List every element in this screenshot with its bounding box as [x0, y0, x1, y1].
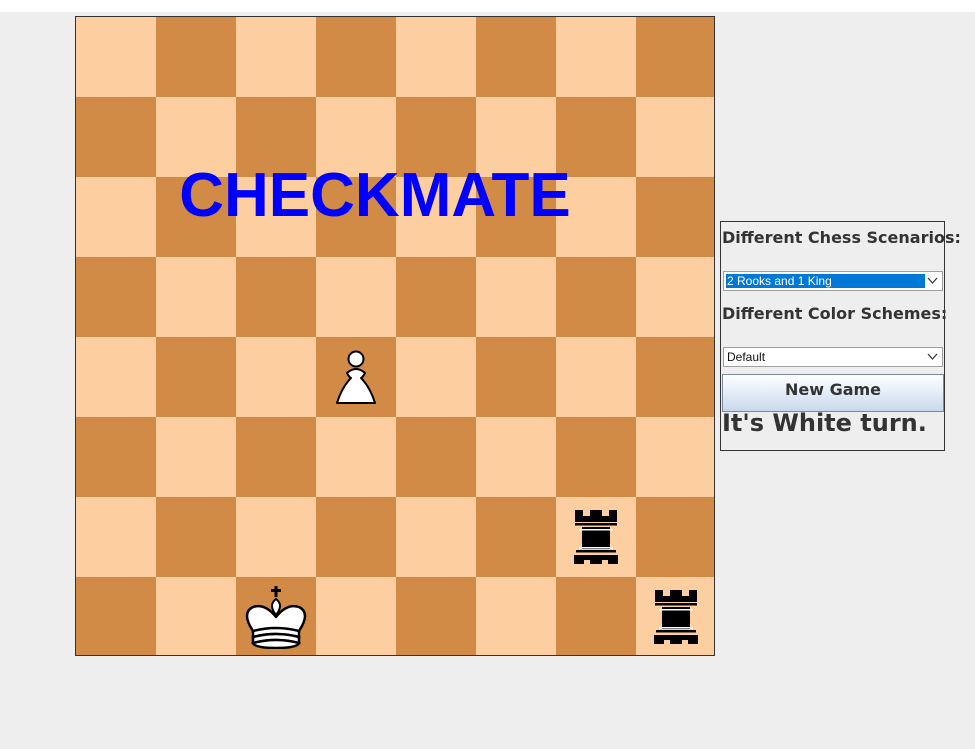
- square-h3[interactable]: [636, 417, 714, 497]
- square-a5[interactable]: [76, 257, 156, 337]
- chevron-down-icon[interactable]: [927, 351, 938, 365]
- square-f5[interactable]: [476, 257, 556, 337]
- square-d7[interactable]: [316, 97, 396, 177]
- square-f4[interactable]: [476, 337, 556, 417]
- square-h1[interactable]: [636, 577, 714, 655]
- turn-status: It's White turn.: [722, 409, 927, 437]
- square-f3[interactable]: [476, 417, 556, 497]
- square-g4[interactable]: [556, 337, 636, 417]
- square-b7[interactable]: [156, 97, 236, 177]
- square-a4[interactable]: [76, 337, 156, 417]
- square-e5[interactable]: [396, 257, 476, 337]
- square-g6[interactable]: [556, 177, 636, 257]
- square-b8[interactable]: [156, 17, 236, 97]
- square-c8[interactable]: [236, 17, 316, 97]
- square-c4[interactable]: [236, 337, 316, 417]
- square-d3[interactable]: [316, 417, 396, 497]
- color-schemes-label: Different Color Schemes:: [722, 304, 948, 323]
- chess-board[interactable]: [75, 16, 715, 656]
- square-h6[interactable]: [636, 177, 714, 257]
- square-c1[interactable]: [236, 577, 316, 655]
- square-a6[interactable]: [76, 177, 156, 257]
- square-e6[interactable]: [396, 177, 476, 257]
- square-c5[interactable]: [236, 257, 316, 337]
- square-b1[interactable]: [156, 577, 236, 655]
- square-h4[interactable]: [636, 337, 714, 417]
- control-panel: Different Chess Scenarios: 2 Rooks and 1…: [720, 221, 961, 451]
- white-king-icon[interactable]: [243, 585, 309, 649]
- square-a2[interactable]: [76, 497, 156, 577]
- square-e8[interactable]: [396, 17, 476, 97]
- square-h2[interactable]: [636, 497, 714, 577]
- color-scheme-select-value: Default: [727, 350, 766, 364]
- square-f7[interactable]: [476, 97, 556, 177]
- square-h5[interactable]: [636, 257, 714, 337]
- square-f6[interactable]: [476, 177, 556, 257]
- square-b5[interactable]: [156, 257, 236, 337]
- scenarios-label: Different Chess Scenarios:: [722, 228, 961, 247]
- scenario-select-value: 2 Rooks and 1 King: [725, 273, 926, 289]
- scenario-select[interactable]: 2 Rooks and 1 King: [723, 271, 943, 291]
- square-f1[interactable]: [476, 577, 556, 655]
- square-g5[interactable]: [556, 257, 636, 337]
- black-rook-icon[interactable]: [650, 587, 702, 647]
- square-c7[interactable]: [236, 97, 316, 177]
- square-f8[interactable]: [476, 17, 556, 97]
- square-a3[interactable]: [76, 417, 156, 497]
- square-g1[interactable]: [556, 577, 636, 655]
- square-b4[interactable]: [156, 337, 236, 417]
- square-h8[interactable]: [636, 17, 714, 97]
- black-rook-icon[interactable]: [570, 507, 622, 567]
- square-g2[interactable]: [556, 497, 636, 577]
- square-b2[interactable]: [156, 497, 236, 577]
- square-d4[interactable]: [316, 337, 396, 417]
- square-e3[interactable]: [396, 417, 476, 497]
- square-e2[interactable]: [396, 497, 476, 577]
- square-g7[interactable]: [556, 97, 636, 177]
- square-g3[interactable]: [556, 417, 636, 497]
- square-d2[interactable]: [316, 497, 396, 577]
- square-d6[interactable]: [316, 177, 396, 257]
- square-c3[interactable]: [236, 417, 316, 497]
- square-c2[interactable]: [236, 497, 316, 577]
- square-e1[interactable]: [396, 577, 476, 655]
- square-a1[interactable]: [76, 577, 156, 655]
- square-b3[interactable]: [156, 417, 236, 497]
- square-f2[interactable]: [476, 497, 556, 577]
- square-a7[interactable]: [76, 97, 156, 177]
- new-game-button[interactable]: New Game: [722, 374, 944, 412]
- square-e7[interactable]: [396, 97, 476, 177]
- square-c6[interactable]: [236, 177, 316, 257]
- square-e4[interactable]: [396, 337, 476, 417]
- white-pawn-icon[interactable]: [333, 347, 379, 407]
- square-a8[interactable]: [76, 17, 156, 97]
- square-g8[interactable]: [556, 17, 636, 97]
- square-h7[interactable]: [636, 97, 714, 177]
- color-scheme-select[interactable]: Default: [723, 347, 943, 367]
- square-b6[interactable]: [156, 177, 236, 257]
- square-d8[interactable]: [316, 17, 396, 97]
- square-d5[interactable]: [316, 257, 396, 337]
- chevron-down-icon[interactable]: [927, 275, 938, 289]
- square-d1[interactable]: [316, 577, 396, 655]
